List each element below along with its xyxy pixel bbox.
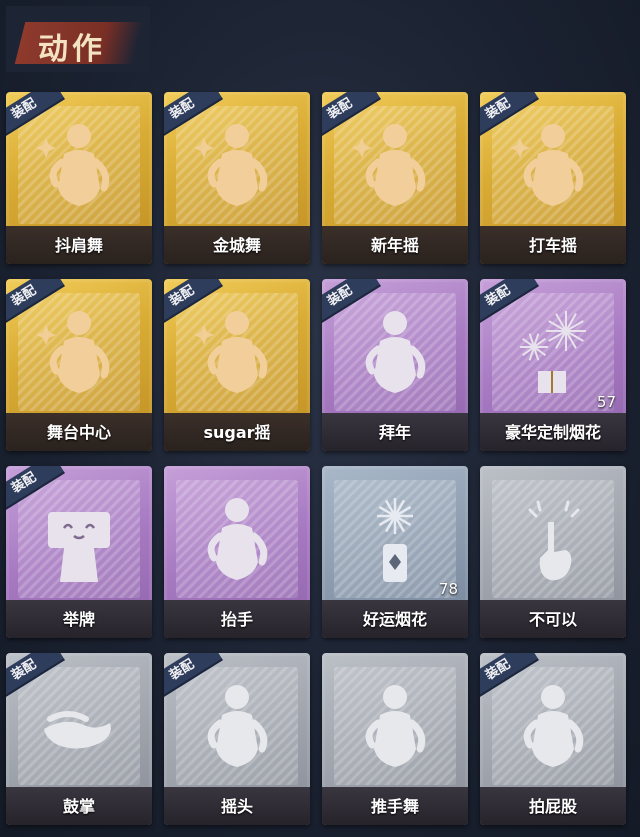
dance-figure-icon — [34, 305, 124, 401]
shake-head-icon — [192, 679, 282, 775]
emote-card[interactable]: sugar摇 装配 — [164, 279, 310, 451]
equipped-badge: 装配 — [6, 92, 65, 138]
finger-wag-icon — [508, 492, 598, 588]
equipped-badge: 装配 — [480, 92, 539, 138]
emote-card[interactable]: 豪华定制烟花 57 装配 — [480, 279, 626, 451]
emote-name: 抬手 — [220, 610, 253, 629]
item-count: 57 — [596, 393, 616, 411]
emote-card[interactable]: 金城舞 装配 — [164, 92, 310, 264]
section-header: 动作 — [6, 6, 150, 72]
emote-card[interactable]: 舞台中心 装配 — [6, 279, 152, 451]
emote-name: sugar摇 — [203, 423, 271, 442]
dance-figure-icon — [192, 305, 282, 401]
emote-card[interactable]: 打车摇 装配 — [480, 92, 626, 264]
equipped-badge: 装配 — [164, 653, 223, 699]
emote-name: 新年摇 — [370, 236, 419, 255]
emote-name: 豪华定制烟花 — [504, 423, 601, 442]
fireworks-box-icon — [508, 305, 598, 401]
emote-name: 抖肩舞 — [54, 236, 103, 255]
page-title: 动作 — [38, 32, 106, 67]
emote-name: 不可以 — [528, 610, 577, 629]
sign-holder-icon — [34, 492, 124, 588]
slap-icon — [508, 679, 598, 775]
emote-name: 好运烟花 — [362, 610, 427, 629]
dance-figure-icon — [350, 118, 440, 214]
clap-hands-icon — [34, 679, 124, 775]
equipped-badge: 装配 — [6, 653, 65, 699]
emote-card[interactable]: 不可以 — [480, 466, 626, 638]
firework-can-icon — [350, 492, 440, 588]
emote-card[interactable]: 拍屁股 装配 — [480, 653, 626, 825]
emote-card[interactable]: 摇头 装配 — [164, 653, 310, 825]
emote-name: 摇头 — [220, 797, 253, 816]
emote-card[interactable]: 拜年 装配 — [322, 279, 468, 451]
emote-name: 举牌 — [62, 610, 95, 629]
bow-figure-icon — [350, 305, 440, 401]
emote-card[interactable]: 新年摇 装配 — [322, 92, 468, 264]
equipped-badge: 装配 — [164, 279, 223, 325]
dance-figure-icon — [34, 118, 124, 214]
equipped-badge: 装配 — [164, 92, 223, 138]
equipped-badge: 装配 — [322, 279, 381, 325]
equipped-badge: 装配 — [6, 466, 65, 512]
equipped-badge: 装配 — [480, 653, 539, 699]
emote-name: 舞台中心 — [46, 423, 111, 442]
equipped-badge: 装配 — [6, 279, 65, 325]
raise-hand-icon — [192, 492, 282, 588]
emote-name: 拍屁股 — [528, 797, 577, 816]
dance-figure-icon — [192, 118, 282, 214]
emote-name: 推手舞 — [370, 797, 419, 816]
equipped-badge: 装配 — [322, 92, 381, 138]
push-dance-icon — [350, 679, 440, 775]
emote-card[interactable]: 举牌 装配 — [6, 466, 152, 638]
emote-name: 打车摇 — [528, 236, 577, 255]
emote-card[interactable]: 鼓掌 装配 — [6, 653, 152, 825]
emote-card[interactable]: 抬手 — [164, 466, 310, 638]
item-count: 78 — [438, 580, 458, 598]
dance-figure-icon — [508, 118, 598, 214]
emote-card[interactable]: 抖肩舞 装配 — [6, 92, 152, 264]
emote-card[interactable]: 推手舞 — [322, 653, 468, 825]
equipped-badge: 装配 — [480, 279, 539, 325]
emote-name: 鼓掌 — [62, 797, 95, 816]
emote-name: 金城舞 — [212, 236, 261, 255]
emote-card[interactable]: 好运烟花 78 — [322, 466, 468, 638]
emote-name: 拜年 — [378, 423, 411, 442]
